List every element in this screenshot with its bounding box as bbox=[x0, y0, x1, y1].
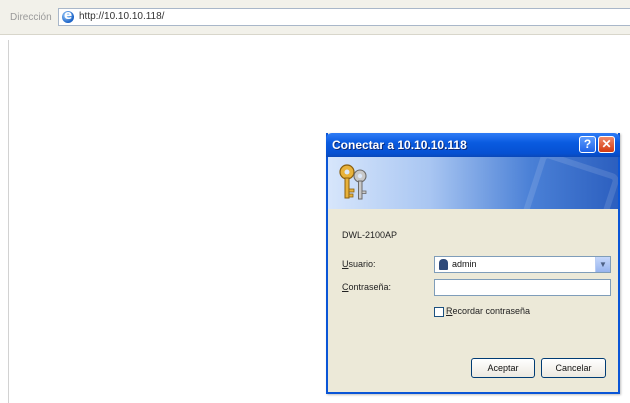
address-label: Dirección bbox=[10, 12, 52, 23]
remember-label: ecordar contraseña bbox=[452, 306, 531, 316]
help-icon[interactable]: ? bbox=[579, 136, 596, 153]
address-bar: Dirección http://10.10.10.118/ bbox=[0, 0, 630, 35]
login-dialog: Conectar a 10.10.10.118 ? ✕ DWL-2100AP U… bbox=[326, 133, 620, 394]
ok-button[interactable]: Aceptar bbox=[471, 358, 535, 378]
dialog-titlebar[interactable]: Conectar a 10.10.10.118 ? ✕ bbox=[326, 133, 620, 157]
dialog-banner bbox=[328, 157, 618, 209]
user-icon bbox=[439, 259, 448, 270]
page-divider bbox=[8, 40, 9, 403]
keys-icon bbox=[339, 164, 367, 200]
username-label: Usuario: bbox=[342, 259, 376, 269]
address-input[interactable]: http://10.10.10.118/ bbox=[58, 8, 630, 26]
remember-checkbox[interactable] bbox=[434, 306, 444, 317]
password-label: Contraseña: bbox=[342, 282, 392, 292]
username-combobox[interactable]: admin ▼ bbox=[434, 256, 611, 273]
remember-password-option[interactable]: Recordar contraseña bbox=[434, 306, 530, 317]
browser-page: Dirección http://10.10.10.118/ Conectar … bbox=[0, 0, 630, 403]
chevron-down-icon[interactable]: ▼ bbox=[595, 257, 610, 272]
realm-text: DWL-2100AP bbox=[342, 230, 398, 240]
dialog-title: Conectar a 10.10.10.118 bbox=[332, 138, 467, 152]
username-value[interactable]: admin bbox=[452, 259, 477, 269]
internet-explorer-icon bbox=[62, 8, 74, 23]
close-icon[interactable]: ✕ bbox=[598, 136, 615, 153]
address-url[interactable]: http://10.10.10.118/ bbox=[79, 11, 164, 22]
cancel-button[interactable]: Cancelar bbox=[541, 358, 606, 378]
password-field[interactable] bbox=[434, 279, 611, 296]
